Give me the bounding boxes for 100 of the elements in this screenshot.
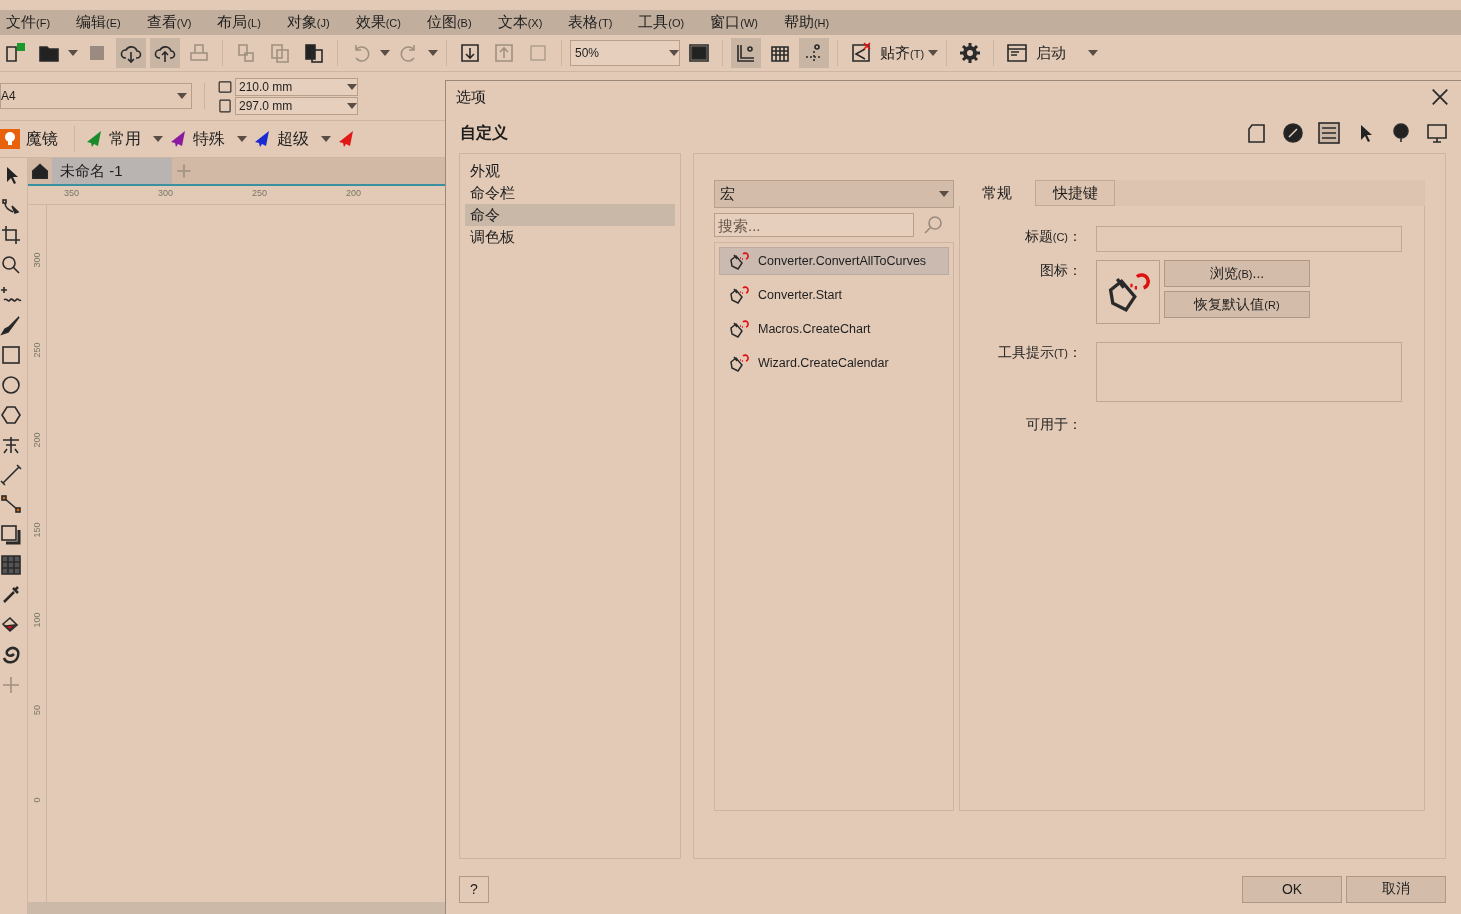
search-field[interactable]: 搜索...: [714, 213, 914, 237]
document-tab[interactable]: 未命名 -1: [52, 158, 172, 184]
nav-item[interactable]: 调色板: [465, 226, 675, 248]
ruler-label: 250: [252, 188, 269, 200]
window-icon[interactable]: [1006, 42, 1029, 64]
menu-item[interactable]: 查看(V): [146, 13, 192, 32]
caret-icon: [380, 50, 390, 56]
caret-icon: [1088, 50, 1099, 56]
brush-icon[interactable]: [0, 314, 22, 336]
caret-icon: [928, 50, 939, 56]
caret-icon: [428, 50, 438, 56]
scroll-bar[interactable]: [28, 902, 446, 914]
caret-icon: [939, 191, 949, 197]
menu-item[interactable]: 文件(F): [6, 13, 51, 32]
tooltip-field[interactable]: [1096, 342, 1402, 402]
macro-toolbar-item[interactable]: 常用: [109, 128, 141, 150]
ruler-label: 50: [32, 705, 42, 715]
settings-icon[interactable]: [959, 42, 982, 64]
ruler-label: 100: [32, 612, 42, 628]
close-icon[interactable]: [1430, 87, 1450, 107]
caret-icon: [347, 102, 357, 109]
macro-icon: [728, 250, 750, 272]
page-size-dropdown[interactable]: A4: [0, 83, 192, 109]
ellipse-icon[interactable]: [0, 374, 22, 396]
new-document-icon[interactable]: [4, 42, 26, 64]
snap-menu[interactable]: 贴齐(T): [880, 43, 925, 63]
ruler-label: 0: [32, 797, 42, 803]
ruler-label: 300: [32, 252, 42, 268]
polygon-icon[interactable]: [0, 404, 22, 426]
command-item[interactable]: Macros.CreateChart: [719, 315, 949, 343]
menu-item[interactable]: 效果(C): [355, 13, 401, 32]
macro-toolbar-item[interactable]: 魔镜: [26, 128, 58, 150]
width-field[interactable]: 210.0 mm: [235, 77, 358, 96]
clipboard-icon[interactable]: [303, 42, 325, 64]
full-screen-icon[interactable]: [688, 42, 710, 64]
section-heading: 自定义: [460, 122, 508, 143]
caret-icon: [153, 136, 163, 142]
nav-item[interactable]: 命令: [465, 204, 675, 226]
connector-icon[interactable]: [0, 494, 22, 516]
menu-item[interactable]: 编辑(E): [76, 13, 121, 32]
height-field[interactable]: 297.0 mm: [235, 96, 358, 115]
command-item[interactable]: Wizard.CreateCalendar: [719, 349, 949, 377]
menu-item[interactable]: 对象(J): [286, 13, 330, 32]
tab[interactable]: 快捷键: [1035, 180, 1115, 206]
help-button[interactable]: ?: [459, 875, 489, 903]
field-label: 标题(C)：: [1023, 227, 1082, 246]
monitor-icon[interactable]: [1426, 122, 1448, 144]
caret-icon: [669, 50, 679, 56]
menu-item[interactable]: 窗口(W): [710, 13, 758, 32]
page-icon[interactable]: [1246, 122, 1268, 144]
ruler-label: 250: [32, 342, 42, 358]
spiral-icon[interactable]: [0, 644, 22, 666]
ruler-label: 350: [64, 188, 81, 200]
dialog-title: 选项: [456, 87, 486, 107]
macro-toolbar-item[interactable]: 超级: [277, 128, 309, 150]
icon-button[interactable]: 浏览(B)...: [1164, 260, 1310, 287]
cancel-button[interactable]: 取消: [1346, 875, 1446, 903]
launch-menu[interactable]: 启动: [1036, 43, 1067, 63]
field-label: 可用于：: [1025, 415, 1082, 434]
zoom-field[interactable]: 50%: [570, 40, 680, 66]
ok-button[interactable]: OK: [1242, 875, 1342, 903]
caret-icon: [237, 136, 247, 142]
caret-icon: [321, 136, 331, 142]
category-dropdown[interactable]: 宏: [714, 180, 954, 208]
menu-item[interactable]: 文本(X): [497, 13, 543, 32]
command-item[interactable]: Converter.ConvertAllToCurves: [719, 247, 949, 275]
tab[interactable]: 常规: [959, 180, 1035, 206]
ruler-label: 200: [32, 432, 42, 448]
shadow-icon[interactable]: [0, 524, 22, 546]
field-label: 图标：: [1039, 261, 1082, 280]
macro-toolbar-item[interactable]: 特殊: [193, 128, 225, 150]
field-label: 工具提示(T)：: [996, 343, 1082, 362]
ruler-label: 300: [158, 188, 175, 200]
zoom-icon[interactable]: [0, 254, 22, 276]
menu-item[interactable]: 布局(L): [217, 13, 261, 32]
rectangle-icon[interactable]: [0, 344, 22, 366]
ruler-icon[interactable]: [735, 42, 757, 64]
snap-off-icon[interactable]: [850, 42, 872, 64]
menu-item[interactable]: 位图(B): [426, 13, 472, 32]
icon-button[interactable]: 恢复默认值(R): [1164, 291, 1310, 318]
dimension-icon[interactable]: [0, 464, 22, 486]
nav-item[interactable]: 外观: [465, 160, 675, 182]
caret-icon: [177, 93, 187, 99]
import-icon[interactable]: [459, 42, 481, 64]
ruler-label: 200: [346, 188, 363, 200]
caption-field[interactable]: [1096, 226, 1402, 252]
crop-icon[interactable]: [0, 224, 22, 246]
macro-icon: [728, 352, 750, 374]
caret-icon: [347, 83, 357, 90]
macro-icon: [728, 318, 750, 340]
menu-item[interactable]: 帮助(H): [783, 13, 830, 32]
menu-item[interactable]: 表格(T): [568, 13, 613, 32]
command-item[interactable]: Converter.Start: [719, 281, 949, 309]
caret-icon: [68, 50, 78, 56]
home-icon[interactable]: [31, 162, 49, 180]
menu-item[interactable]: 工具(O): [638, 13, 685, 32]
checker-icon[interactable]: [0, 554, 22, 576]
macro-icon: [728, 284, 750, 306]
nav-item[interactable]: 命令栏: [465, 182, 675, 204]
balloon-icon[interactable]: [1390, 122, 1412, 144]
